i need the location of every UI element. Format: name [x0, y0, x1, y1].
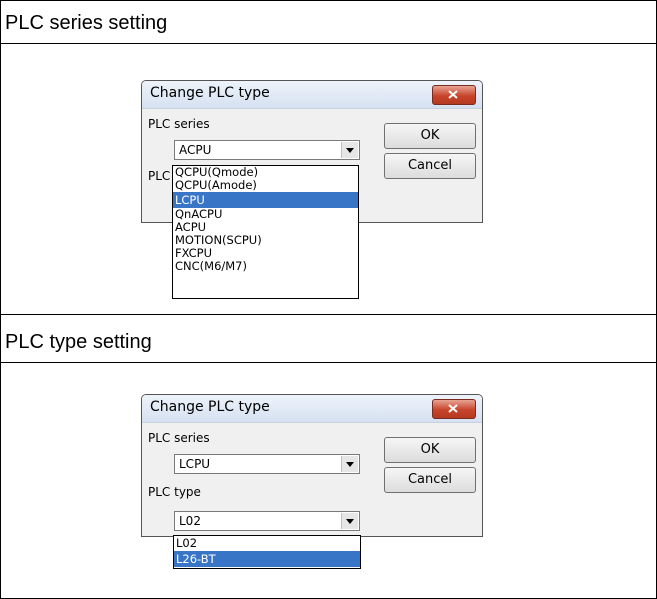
plc-series-select[interactable]: LCPU — [174, 454, 360, 474]
dropdown-arrow-button[interactable] — [341, 142, 358, 158]
divider — [0, 362, 657, 363]
section-heading-type: PLC type setting — [5, 331, 152, 353]
chevron-down-icon — [346, 519, 354, 524]
dropdown-option[interactable]: QCPU(Amode) — [173, 179, 358, 192]
dialog-title: Change PLC type — [150, 399, 270, 415]
plc-series-dropdown-list[interactable]: QCPU(Qmode) QCPU(Amode) LCPU QnACPU ACPU… — [172, 165, 359, 299]
dialog-titlebar: Change PLC type — [142, 81, 482, 109]
plc-type-value: L02 — [179, 514, 201, 528]
divider — [0, 43, 657, 44]
plc-series-value: ACPU — [179, 143, 212, 157]
close-icon — [448, 404, 458, 413]
cancel-button[interactable]: Cancel — [384, 153, 476, 179]
plc-series-label: PLC series — [148, 117, 210, 131]
dropdown-option[interactable]: L02 — [174, 536, 360, 551]
chevron-down-icon — [346, 148, 354, 153]
ok-button[interactable]: OK — [384, 123, 476, 149]
plc-type-label: PLC type — [148, 485, 201, 499]
dropdown-arrow-button[interactable] — [341, 513, 358, 529]
chevron-down-icon — [346, 462, 354, 467]
plc-type-select[interactable]: L02 — [174, 511, 360, 531]
plc-series-label: PLC series — [148, 431, 210, 445]
change-plc-type-dialog: Change PLC type PLC series LCPU PLC type… — [141, 394, 483, 537]
section-heading-series: PLC series setting — [5, 12, 168, 34]
dropdown-arrow-button[interactable] — [341, 456, 358, 472]
dropdown-option-selected[interactable]: L26-BT — [174, 551, 360, 567]
dropdown-option[interactable]: CNC(M6/M7) — [173, 260, 358, 273]
dropdown-option-selected[interactable]: LCPU — [173, 192, 358, 208]
plc-series-select[interactable]: ACPU — [174, 140, 360, 160]
plc-type-dropdown-list[interactable]: L02 L26-BT — [173, 535, 361, 569]
divider — [0, 314, 657, 315]
ok-button[interactable]: OK — [384, 437, 476, 463]
cancel-button[interactable]: Cancel — [384, 467, 476, 493]
close-icon — [448, 90, 458, 99]
dialog-titlebar: Change PLC type — [142, 395, 482, 423]
close-button[interactable] — [432, 85, 476, 105]
dialog-title: Change PLC type — [150, 85, 270, 101]
plc-type-label: PLC — [148, 169, 171, 183]
plc-series-value: LCPU — [179, 457, 211, 471]
close-button[interactable] — [432, 399, 476, 419]
